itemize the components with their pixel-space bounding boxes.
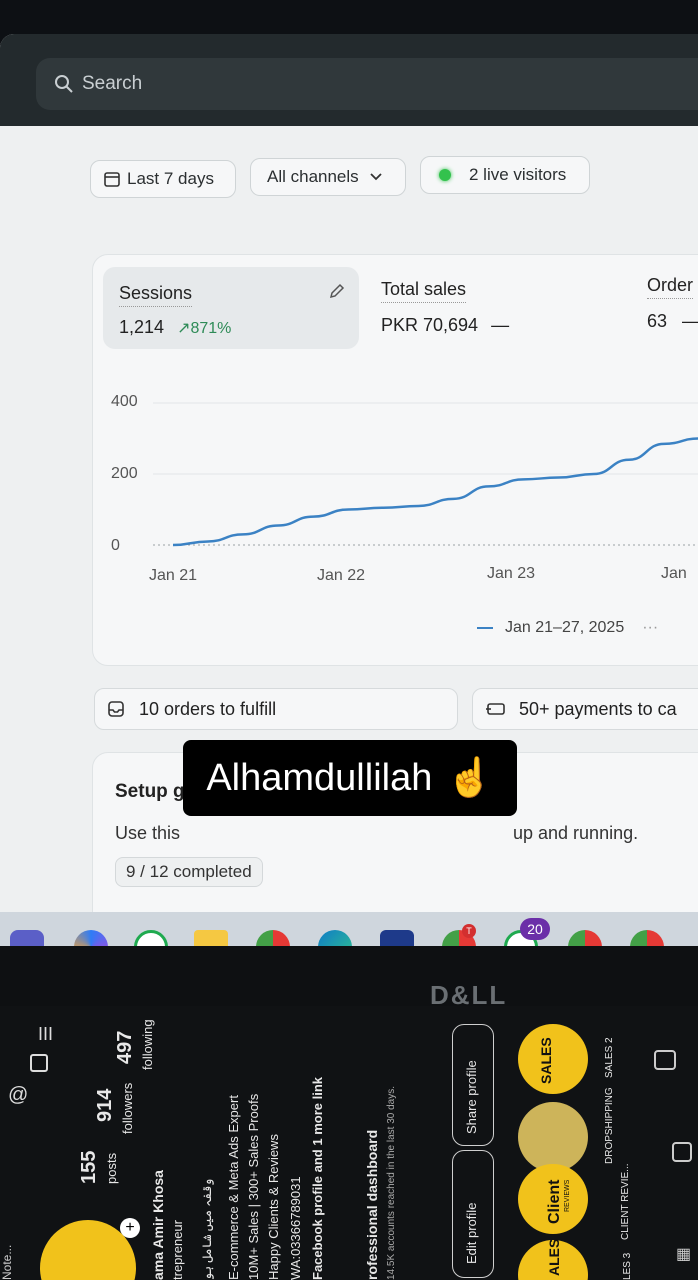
channels-dropdown[interactable]: All channels	[250, 158, 406, 196]
story-caption: Alhamdullilah ☝	[183, 740, 517, 816]
copilot-icon[interactable]	[74, 930, 108, 946]
orders-to-fulfill-button[interactable]: 10 orders to fulfill	[94, 688, 458, 730]
profile-name: ama Amir Khosa	[150, 1170, 166, 1280]
camera-icon[interactable]	[654, 1050, 676, 1070]
x-tick-label: Jan 21	[149, 567, 198, 584]
notification-badge: 20	[520, 918, 550, 940]
legend-more-icon: ···	[642, 619, 659, 636]
metrics-card: Sessions 1,214 ↗871% Total sales PKR 70,…	[92, 254, 698, 666]
bio-urdu: وقفہ میں شامل ہو	[200, 1178, 214, 1280]
dashboard-subtitle: 14.5K accounts reached in the last 30 da…	[386, 1085, 397, 1280]
highlight-sales-3-text: ALES	[546, 1238, 562, 1276]
dashboard-title[interactable]: rofessional dashboard	[364, 1130, 380, 1280]
x-tick-label: Jan	[661, 565, 687, 582]
inbox-icon	[107, 700, 125, 718]
live-dot-icon	[439, 169, 451, 181]
bio-links[interactable]: Facebook profile and 1 more link	[310, 1077, 325, 1280]
chevron-down-icon	[369, 172, 383, 182]
payments-label: 50+ payments to ca	[519, 698, 677, 719]
dashboard-content: Last 7 days All channels 2 live visitors…	[0, 126, 698, 946]
bio-line: 10M+ Sales | 300+ Sales Proofs	[246, 1093, 261, 1280]
share-profile-label: Share profile	[464, 1060, 479, 1134]
live-visitors-button[interactable]: 2 live visitors	[420, 156, 590, 194]
setup-title: Setup g	[115, 781, 185, 802]
threads-icon[interactable]: @	[8, 1084, 28, 1107]
chrome-icon[interactable]	[256, 930, 290, 946]
legend-series-label: Jan 21–27, 2025	[505, 619, 625, 636]
followers-label[interactable]: followers	[120, 1083, 135, 1134]
chrome-profile-badge: T	[462, 924, 476, 938]
search-placeholder: Search	[82, 73, 143, 94]
edge-icon[interactable]	[318, 930, 352, 946]
highlight-sales-text: SALES	[538, 1037, 554, 1084]
date-range-label: Last 7 days	[127, 169, 214, 188]
series-line	[172, 437, 698, 547]
highlight-label: SALES 2	[604, 1037, 615, 1078]
whatsapp-icon[interactable]	[134, 930, 168, 946]
orders-to-fulfill-label: 10 orders to fulfill	[139, 698, 277, 719]
setup-desc-end: up and running.	[513, 823, 639, 843]
highlight-client-sub: REVIEWS	[564, 1179, 571, 1212]
grid-icon[interactable]: ▦	[676, 1244, 691, 1264]
chrome-icon[interactable]	[568, 930, 602, 946]
windows-taskbar: T 20	[0, 912, 698, 946]
search-input[interactable]: Search	[36, 58, 698, 110]
calendar-icon	[103, 170, 121, 188]
cash-icon	[485, 700, 507, 718]
chart-legend: Jan 21–27, 2025 ···	[477, 619, 658, 637]
reels-icon[interactable]	[672, 1142, 692, 1162]
phone-screen: @ III 155 posts 914 followers 497 follow…	[0, 1006, 698, 1280]
highlight-label: DROPSHIPPING	[604, 1087, 615, 1164]
add-post-icon[interactable]	[30, 1054, 48, 1072]
channels-label: All channels	[267, 167, 359, 186]
pointing-up-icon: ☝	[446, 757, 494, 799]
file-explorer-icon[interactable]	[194, 930, 228, 946]
highlight-label: LES 3	[622, 1252, 633, 1280]
highlight-dropshipping[interactable]	[518, 1102, 588, 1172]
x-tick-label: Jan 22	[317, 567, 366, 584]
live-visitors-label: 2 live visitors	[469, 165, 567, 184]
bio-line: Happy Clients & Reviews	[266, 1134, 281, 1280]
highlight-label: CLIENT REVIE...	[620, 1163, 631, 1240]
posts-label: posts	[104, 1152, 119, 1184]
search-icon	[54, 74, 74, 94]
teams-icon[interactable]	[10, 930, 44, 946]
payments-button[interactable]: 50+ payments to ca	[472, 688, 698, 730]
x-tick-label: Jan 23	[487, 565, 536, 582]
highlight-client-text: Client	[546, 1179, 563, 1224]
sessions-chart	[153, 402, 698, 547]
setup-progress-badge: 9 / 12 completed	[115, 857, 263, 887]
edit-profile-label: Edit profile	[464, 1202, 479, 1264]
following-count[interactable]: 497	[114, 1031, 137, 1064]
add-story-icon[interactable]: +	[120, 1218, 140, 1238]
date-range-button[interactable]: Last 7 days	[90, 160, 236, 198]
legend-line-icon	[477, 627, 493, 629]
posts-count: 155	[78, 1150, 100, 1184]
chrome-icon[interactable]	[630, 930, 664, 946]
following-label[interactable]: following	[140, 1019, 155, 1070]
bio-line: WA:03366789031	[288, 1176, 303, 1280]
followers-count[interactable]: 914	[94, 1089, 117, 1122]
profile-category: trepreneur	[170, 1220, 185, 1280]
setup-desc-start: Use this	[115, 823, 181, 843]
bio-line: E-commerce & Meta Ads Expert	[226, 1095, 241, 1280]
monitor-bezel	[0, 946, 698, 1006]
menu-icon[interactable]: III	[38, 1024, 53, 1045]
store-icon[interactable]	[380, 930, 414, 946]
admin-topbar: Search	[0, 34, 698, 126]
note-label[interactable]: Note...	[0, 1245, 14, 1280]
caption-text: Alhamdullilah	[206, 756, 433, 799]
